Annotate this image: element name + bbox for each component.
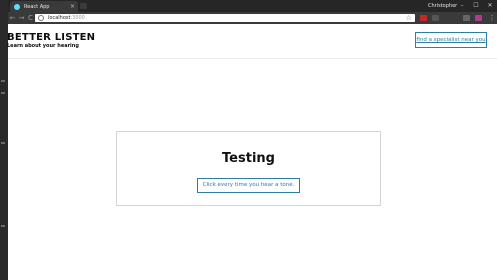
testing-card: Testing Click every time you hear a tone…	[116, 131, 381, 206]
strip-marker	[1, 142, 5, 144]
strip-marker	[1, 80, 5, 82]
testing-heading: Testing	[222, 151, 275, 166]
close-window-icon[interactable]: ✕	[484, 0, 496, 12]
strip-marker	[1, 92, 5, 94]
profile-user-name[interactable]: Christopher	[428, 1, 457, 11]
site-info-icon[interactable]	[38, 15, 44, 21]
browser-titlebar: React App × Christopher – ☐ ✕	[8, 0, 497, 12]
browser-menu-icon[interactable]: ⋮	[488, 12, 496, 24]
extension-icon[interactable]	[463, 15, 470, 21]
react-favicon-icon	[14, 3, 20, 10]
site-tagline: Learn about your hearing	[7, 43, 79, 49]
extension-mail-icon[interactable]	[475, 15, 482, 21]
url-text: localhost:3000	[48, 15, 85, 21]
back-icon[interactable]: ←	[8, 12, 17, 24]
site-header: BETTER LISTEN Learn about your hearing f…	[7, 24, 497, 59]
url-host: localhost	[48, 15, 71, 21]
forward-icon[interactable]: →	[17, 12, 26, 24]
bookmark-star-icon[interactable]: ☆	[406, 13, 412, 23]
minimize-icon[interactable]: –	[456, 0, 468, 12]
find-specialist-button[interactable]: find a specialist near you	[415, 32, 487, 48]
strip-marker	[1, 225, 5, 227]
maximize-icon[interactable]: ☐	[470, 0, 482, 12]
tab-close-icon[interactable]: ×	[70, 3, 75, 10]
url-port: :3000	[70, 15, 85, 21]
new-tab-button[interactable]	[80, 3, 87, 9]
address-bar[interactable]: localhost:3000 ☆	[35, 14, 415, 22]
page-viewport: BETTER LISTEN Learn about your hearing f…	[7, 24, 497, 280]
hear-tone-button[interactable]: Click every time you hear a tone.	[197, 178, 300, 193]
reload-icon[interactable]: C	[26, 12, 35, 24]
extension-adblock-icon[interactable]	[420, 15, 427, 21]
screen: React App × Christopher – ☐ ✕ ← → C loca…	[0, 0, 497, 280]
tab-title: React App	[24, 3, 50, 10]
browser-tab[interactable]: React App ×	[10, 1, 78, 12]
site-logo-title[interactable]: BETTER LISTEN	[7, 32, 95, 43]
browser-toolbar: ← → C localhost:3000 ☆ ⋮	[8, 12, 497, 24]
extension-icon[interactable]	[432, 15, 439, 21]
